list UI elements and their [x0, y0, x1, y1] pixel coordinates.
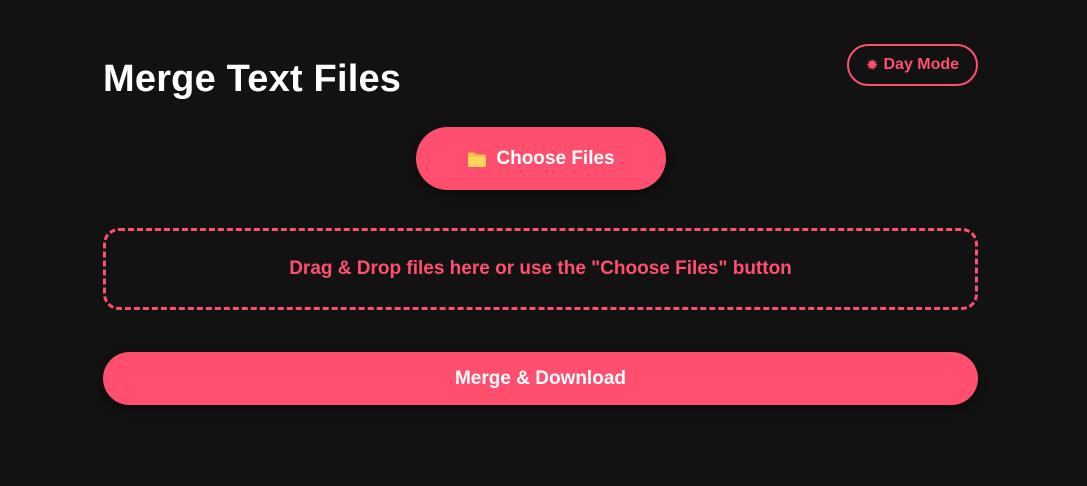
choose-files-button[interactable]: Choose Files — [416, 127, 666, 190]
sun-icon: ✹ — [865, 56, 879, 74]
day-mode-label: Day Mode — [883, 56, 960, 73]
file-drop-zone[interactable]: Drag & Drop files here or use the "Choos… — [103, 228, 978, 310]
folder-icon — [467, 151, 487, 168]
choose-files-label: Choose Files — [496, 147, 615, 169]
day-mode-toggle-button[interactable]: ✹ Day Mode — [847, 44, 978, 86]
page: Merge Text Files ✹ Day Mode Choose Files… — [0, 0, 1087, 486]
drop-zone-text: Drag & Drop files here or use the "Choos… — [289, 258, 792, 279]
page-title: Merge Text Files — [103, 58, 402, 100]
merge-download-button[interactable]: Merge & Download — [103, 352, 978, 405]
